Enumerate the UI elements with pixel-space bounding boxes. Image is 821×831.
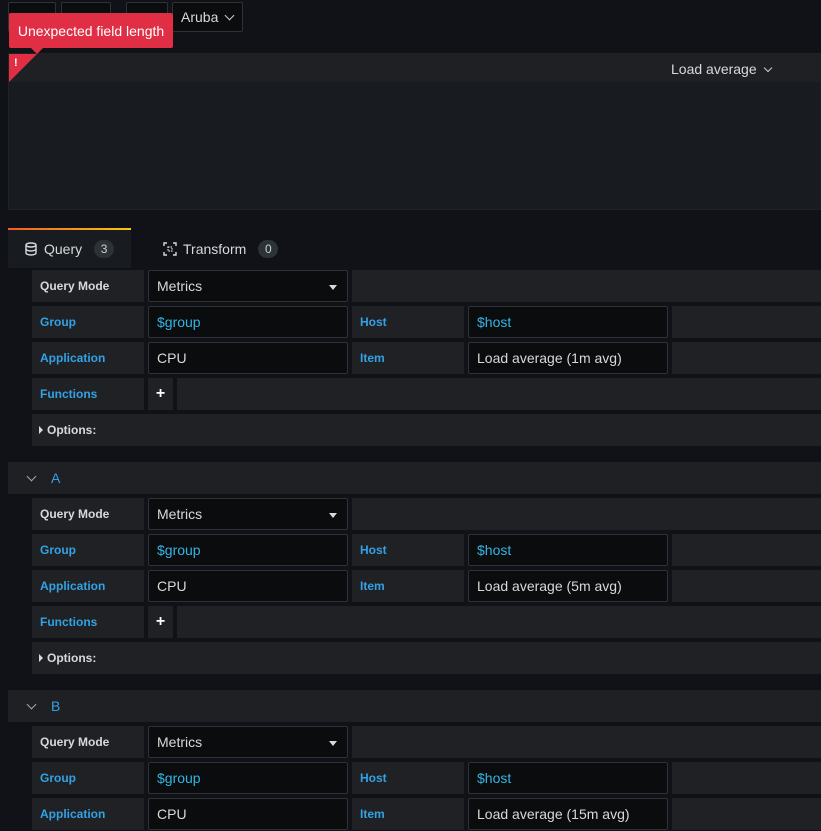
error-tooltip: Unexpected field length	[9, 13, 173, 54]
functions-label: Functions	[32, 378, 144, 410]
caret-down-icon	[329, 513, 337, 518]
host-input[interactable]: $host	[468, 534, 668, 566]
caret-down-icon	[329, 741, 337, 746]
item-input[interactable]: Load average (5m avg)	[468, 570, 668, 602]
tab-transform-count: 0	[258, 240, 279, 258]
query-mode-label: Query Mode	[32, 726, 144, 758]
item-input[interactable]: Load average (15m avg)	[468, 798, 668, 830]
application-label: Application	[32, 342, 144, 374]
caret-right-icon	[39, 654, 43, 662]
row-filler	[672, 342, 821, 374]
tab-query[interactable]: Query 3	[8, 228, 131, 268]
datasource-picker[interactable]: Aruba	[172, 2, 243, 32]
datasource-label: Aruba	[181, 9, 219, 25]
tab-transform-label: Transform	[183, 241, 247, 257]
row-filler	[177, 378, 821, 410]
group-label: Group	[32, 534, 144, 566]
options-label: Options:	[47, 651, 97, 665]
tab-query-label: Query	[44, 241, 83, 257]
application-label: Application	[32, 570, 144, 602]
group-label: Group	[32, 762, 144, 794]
application-input[interactable]: CPU	[148, 570, 348, 602]
options-toggle[interactable]: Options:	[32, 414, 821, 446]
transform-icon	[163, 242, 177, 256]
query-mode-value: Metrics	[157, 278, 203, 294]
query-mode-value: Metrics	[157, 734, 203, 750]
database-icon	[25, 242, 37, 256]
chevron-down-icon	[763, 63, 772, 72]
item-label: Item	[352, 798, 464, 830]
caret-right-icon	[39, 426, 43, 434]
query-mode-select[interactable]: Metrics	[148, 726, 348, 758]
query-mode-select[interactable]: Metrics	[148, 498, 348, 530]
add-function-button[interactable]: +	[148, 606, 173, 638]
application-input[interactable]: CPU	[148, 342, 348, 374]
row-filler	[352, 498, 821, 530]
query-row-header[interactable]: A	[8, 462, 821, 494]
query-mode-label: Query Mode	[32, 498, 144, 530]
application-label: Application	[32, 798, 144, 830]
row-filler	[672, 534, 821, 566]
chevron-down-icon	[26, 699, 37, 709]
row-filler	[352, 270, 821, 302]
row-filler	[177, 606, 821, 638]
query-ref-name: A	[51, 470, 61, 486]
error-message: Unexpected field length	[17, 22, 165, 39]
query-mode-label: Query Mode	[32, 270, 144, 302]
chevron-down-icon	[26, 471, 37, 481]
options-label: Options:	[47, 423, 97, 437]
panel-title-menu[interactable]: Load average	[671, 54, 772, 84]
query-mode-value: Metrics	[157, 506, 203, 522]
host-label: Host	[352, 534, 464, 566]
item-label: Item	[352, 570, 464, 602]
caret-down-icon	[329, 285, 337, 290]
group-input[interactable]: $group	[148, 306, 348, 338]
row-filler	[672, 306, 821, 338]
group-label: Group	[32, 306, 144, 338]
host-label: Host	[352, 306, 464, 338]
application-input[interactable]: CPU	[148, 798, 348, 830]
error-icon: !	[14, 57, 18, 69]
functions-label: Functions	[32, 606, 144, 638]
group-input[interactable]: $group	[148, 534, 348, 566]
tab-query-count: 3	[94, 240, 115, 258]
group-input[interactable]: $group	[148, 762, 348, 794]
query-mode-select[interactable]: Metrics	[148, 270, 348, 302]
query-row-header[interactable]: B	[8, 690, 821, 722]
item-label: Item	[352, 342, 464, 374]
add-function-button[interactable]: +	[148, 378, 173, 410]
item-input[interactable]: Load average (1m avg)	[468, 342, 668, 374]
host-input[interactable]: $host	[468, 306, 668, 338]
chevron-down-icon	[224, 10, 235, 21]
row-filler	[672, 762, 821, 794]
row-filler	[672, 798, 821, 830]
query-ref-name: B	[51, 698, 61, 714]
panel-title: Load average	[671, 61, 757, 77]
options-toggle[interactable]: Options:	[32, 642, 821, 674]
tab-transform[interactable]: Transform 0	[147, 230, 297, 268]
host-label: Host	[352, 762, 464, 794]
row-filler	[672, 570, 821, 602]
host-input[interactable]: $host	[468, 762, 668, 794]
row-filler	[352, 726, 821, 758]
